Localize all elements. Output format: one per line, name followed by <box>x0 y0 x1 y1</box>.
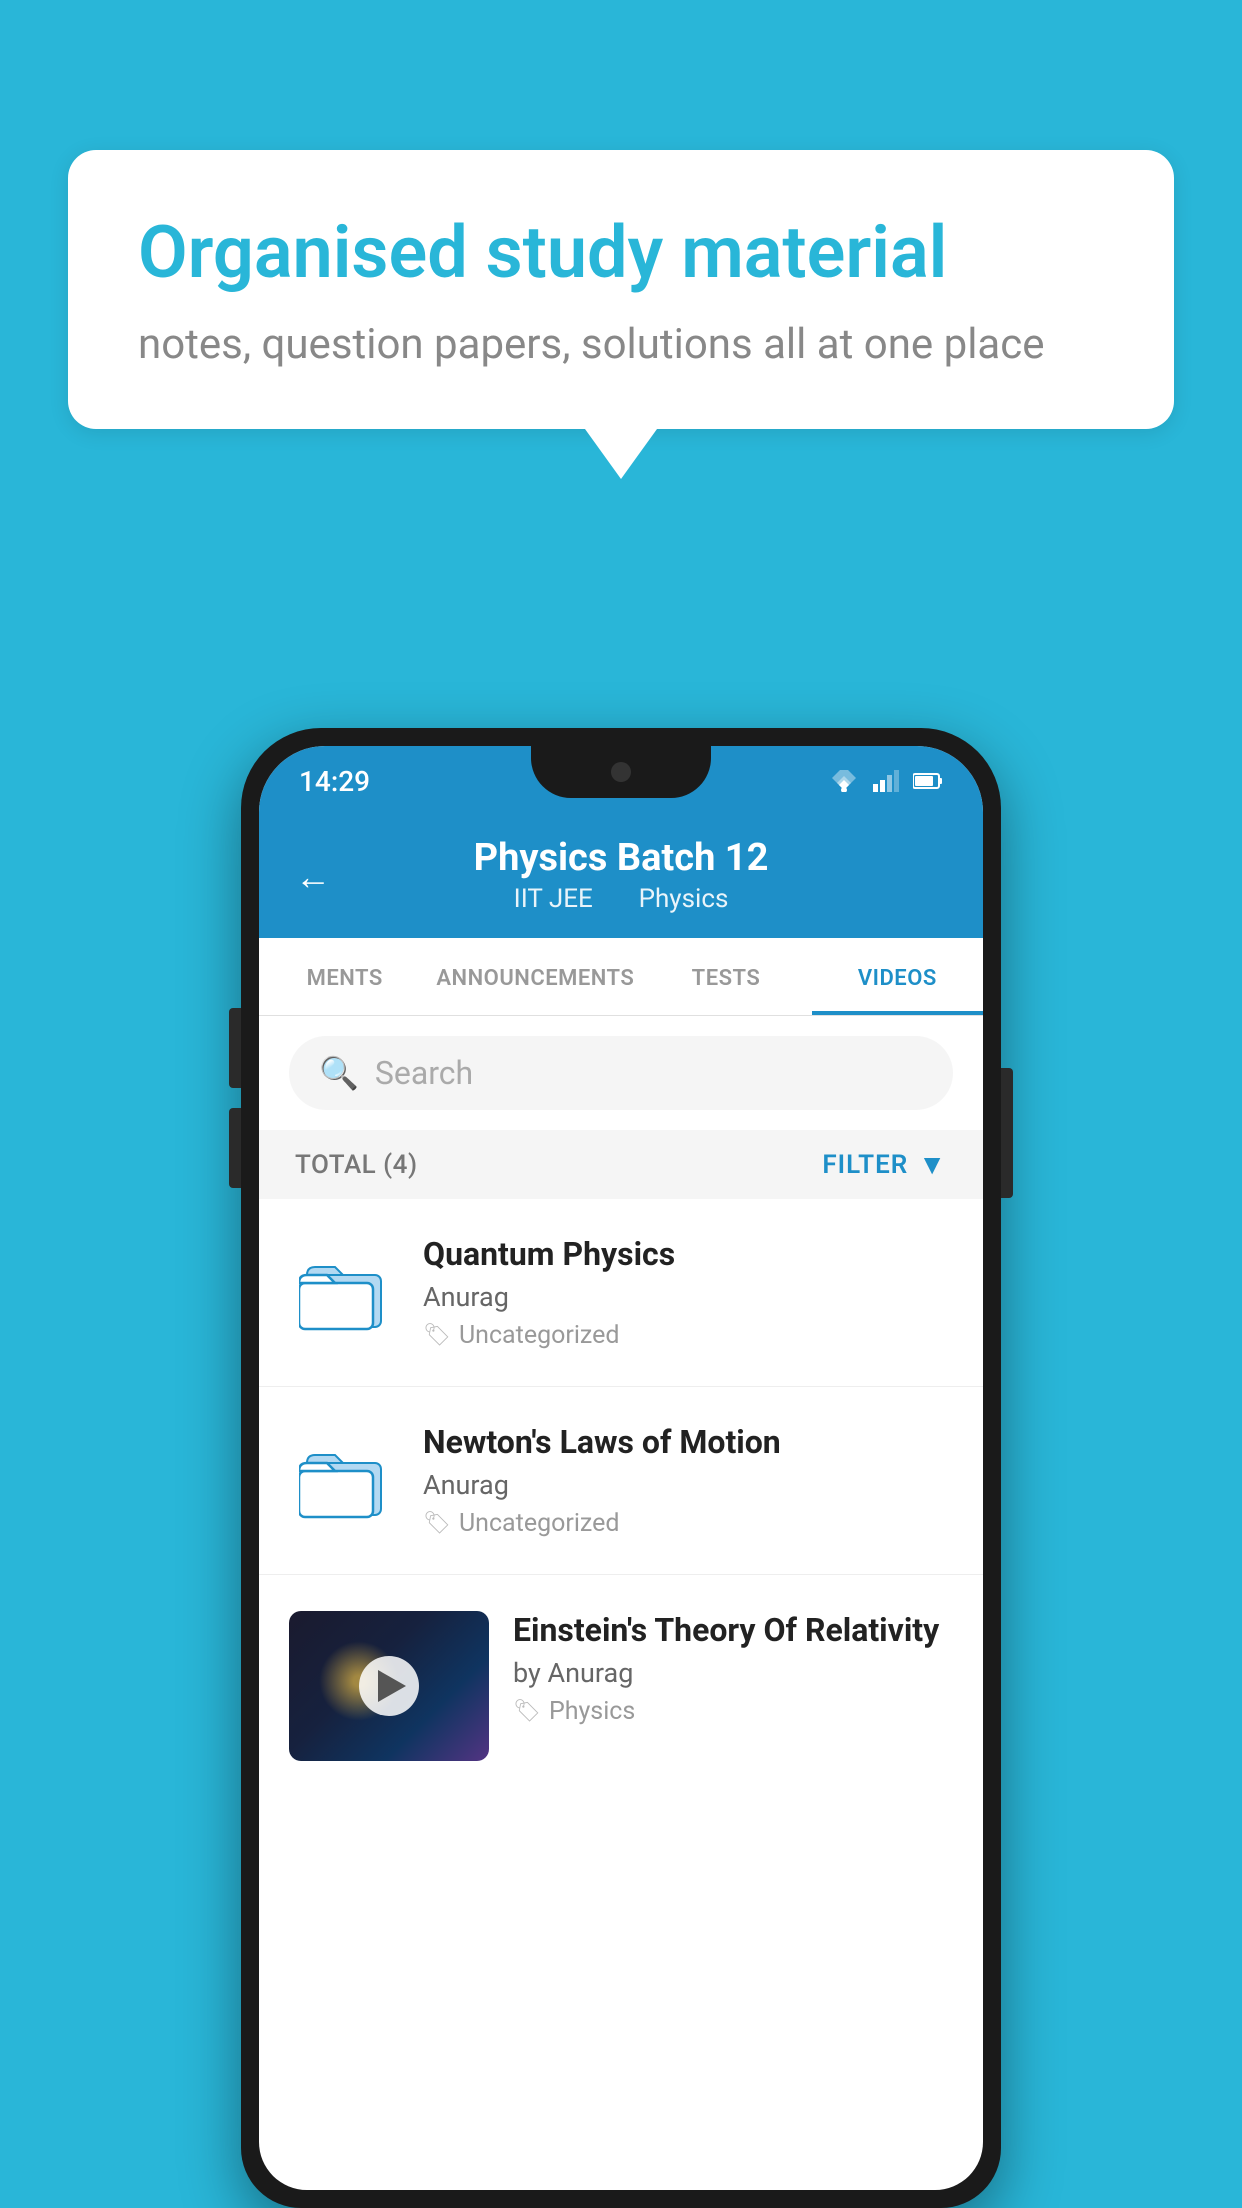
back-button[interactable]: ← <box>295 856 331 898</box>
filter-label: FILTER <box>822 1150 908 1180</box>
app-header: ← Physics Batch 12 IIT JEE Physics <box>259 816 983 938</box>
item-author: Anurag <box>423 1281 953 1313</box>
search-icon: 🔍 <box>319 1054 359 1092</box>
item-thumbnail <box>289 1426 399 1536</box>
filter-button[interactable]: FILTER ▼ <box>822 1148 947 1181</box>
tag-label: Physics <box>549 1697 635 1726</box>
wifi-icon <box>829 770 859 792</box>
volume-down-button <box>229 1108 241 1188</box>
item-info: Quantum Physics Anurag 🏷 Uncategorized <box>423 1235 953 1350</box>
tab-videos[interactable]: VIDEOS <box>812 938 983 1015</box>
total-count: TOTAL (4) <box>295 1150 418 1180</box>
search-input-wrapper[interactable]: 🔍 Search <box>289 1036 953 1110</box>
phone-screen: 14:29 <box>259 746 983 2190</box>
item-info: Einstein's Theory Of Relativity by Anura… <box>513 1611 953 1726</box>
signal-icon <box>873 770 899 792</box>
tag-icon: 🏷 <box>513 1699 541 1724</box>
tab-ments[interactable]: MENTS <box>259 938 430 1015</box>
tag-icon: 🏷 <box>423 1323 451 1348</box>
item-info: Newton's Laws of Motion Anurag 🏷 Uncateg… <box>423 1423 953 1538</box>
item-tag: 🏷 Uncategorized <box>423 1509 953 1538</box>
filter-bar: TOTAL (4) FILTER ▼ <box>259 1130 983 1199</box>
folder-icon <box>299 1253 389 1333</box>
speech-bubble-section: Organised study material notes, question… <box>68 150 1174 479</box>
app-title: Physics Batch 12 <box>299 836 943 880</box>
item-author: by Anurag <box>513 1657 953 1689</box>
list-item[interactable]: Quantum Physics Anurag 🏷 Uncategorized <box>259 1199 983 1387</box>
play-button[interactable] <box>359 1656 419 1716</box>
list-item[interactable]: Newton's Laws of Motion Anurag 🏷 Uncateg… <box>259 1387 983 1575</box>
item-title: Newton's Laws of Motion <box>423 1423 953 1461</box>
tag-label: Uncategorized <box>459 1509 620 1538</box>
speech-bubble-card: Organised study material notes, question… <box>68 150 1174 429</box>
phone-frame: 14:29 <box>241 728 1001 2208</box>
power-button <box>1001 1068 1013 1198</box>
tag-icon: 🏷 <box>423 1511 451 1536</box>
folder-icon <box>299 1441 389 1521</box>
play-triangle-icon <box>378 1670 406 1702</box>
item-tag: 🏷 Physics <box>513 1697 953 1726</box>
bubble-headline: Organised study material <box>138 210 1104 296</box>
item-title: Quantum Physics <box>423 1235 953 1273</box>
camera <box>611 762 631 782</box>
subtitle-right: Physics <box>639 884 729 914</box>
tab-bar: MENTS ANNOUNCEMENTS TESTS VIDEOS <box>259 938 983 1016</box>
filter-icon: ▼ <box>918 1148 947 1181</box>
app-subtitle: IIT JEE Physics <box>299 884 943 914</box>
volume-up-button <box>229 1008 241 1088</box>
tag-label: Uncategorized <box>459 1321 620 1350</box>
status-bar: 14:29 <box>259 746 983 816</box>
notch <box>531 746 711 798</box>
tab-tests[interactable]: TESTS <box>640 938 811 1015</box>
search-bar: 🔍 Search <box>259 1016 983 1130</box>
status-time: 14:29 <box>299 765 370 798</box>
battery-icon <box>913 773 943 789</box>
item-tag: 🏷 Uncategorized <box>423 1321 953 1350</box>
subtitle-left: IIT JEE <box>514 884 593 914</box>
video-thumbnail <box>289 1611 489 1761</box>
item-author: Anurag <box>423 1469 953 1501</box>
status-icons <box>829 770 943 792</box>
bubble-subtext: notes, question papers, solutions all at… <box>138 320 1104 369</box>
item-title: Einstein's Theory Of Relativity <box>513 1611 953 1649</box>
speech-bubble-arrow <box>585 429 657 479</box>
video-list: Quantum Physics Anurag 🏷 Uncategorized <box>259 1199 983 1797</box>
tab-announcements[interactable]: ANNOUNCEMENTS <box>430 938 640 1015</box>
item-thumbnail <box>289 1238 399 1348</box>
search-placeholder: Search <box>375 1054 473 1092</box>
list-item[interactable]: Einstein's Theory Of Relativity by Anura… <box>259 1575 983 1797</box>
